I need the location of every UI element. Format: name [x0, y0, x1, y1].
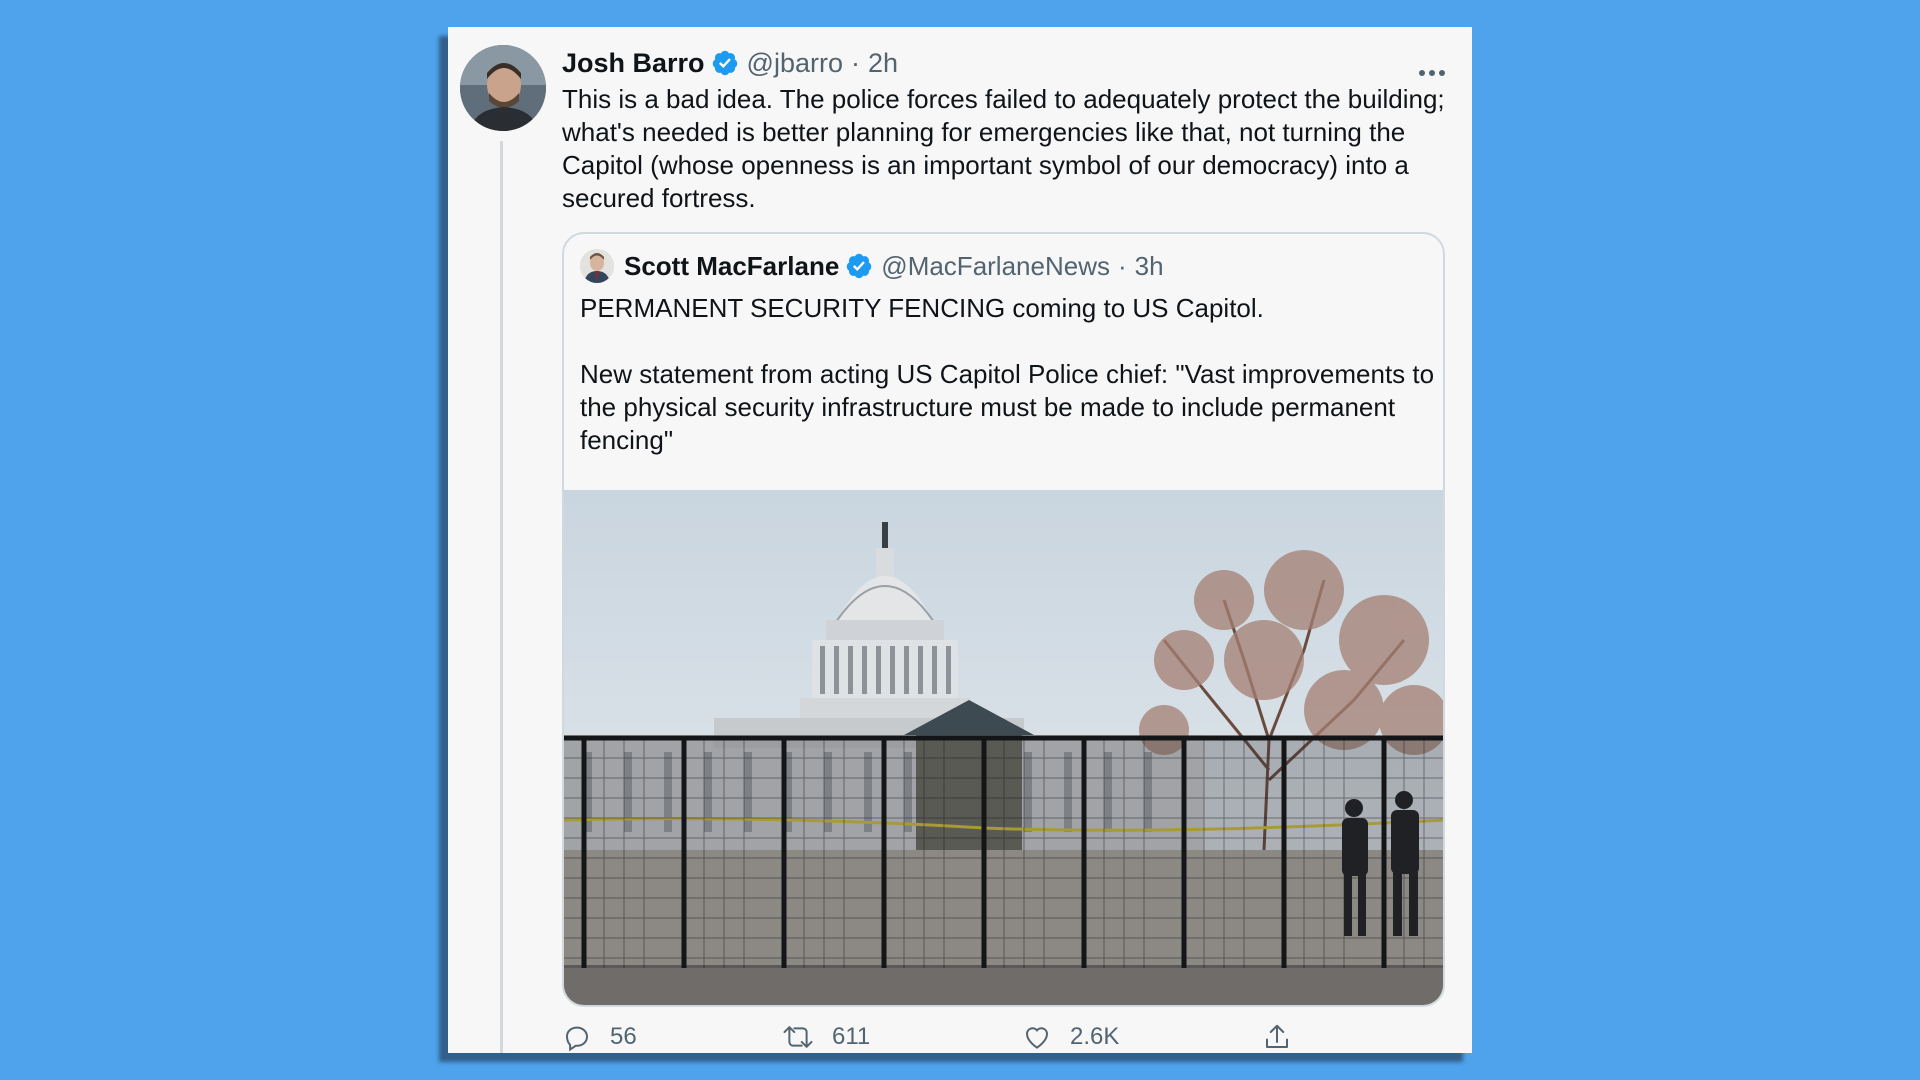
verified-badge-icon — [712, 50, 737, 76]
quoted-author-name[interactable]: Scott MacFarlane — [624, 251, 839, 282]
reply-button[interactable]: 56 — [562, 1017, 637, 1057]
quoted-author-avatar[interactable] — [580, 249, 614, 283]
quoted-tweet-line-2: New statement from acting US Capitol Pol… — [580, 359, 1435, 455]
quoted-tweet-timestamp[interactable]: 3h — [1135, 251, 1164, 282]
quoted-tweet-line-1: PERMANENT SECURITY FENCING coming to US … — [580, 293, 1264, 323]
share-icon — [1266, 1024, 1288, 1048]
tweet-card[interactable]: Josh Barro @jbarro · 2h This is a bad id… — [448, 27, 1472, 1053]
quoted-tweet-header: Scott MacFarlane @MacFarlaneNews · 3h — [580, 248, 1164, 284]
retweet-count: 611 — [832, 1023, 871, 1050]
like-count: 2.6K — [1070, 1023, 1120, 1050]
tweet-header: Josh Barro @jbarro · 2h — [562, 45, 898, 81]
reply-count: 56 — [610, 1023, 637, 1050]
author-avatar[interactable] — [460, 45, 546, 131]
author-handle[interactable]: @jbarro — [747, 48, 843, 79]
capitol-fence-photo[interactable] — [564, 490, 1445, 1007]
quoted-tweet[interactable]: Scott MacFarlane @MacFarlaneNews · 3h PE… — [562, 232, 1445, 1007]
retweet-icon — [783, 1026, 813, 1048]
header-separator: · — [851, 47, 860, 78]
reply-icon — [565, 1026, 589, 1052]
share-button[interactable] — [1262, 1017, 1310, 1057]
quoted-header-separator: · — [1117, 250, 1127, 281]
retweet-button[interactable]: 611 — [782, 1017, 870, 1057]
verified-badge-icon — [847, 253, 872, 279]
author-name[interactable]: Josh Barro — [562, 48, 705, 79]
like-button[interactable]: 2.6K — [1022, 1017, 1119, 1057]
quoted-tweet-body: PERMANENT SECURITY FENCING coming to US … — [580, 292, 1440, 457]
quoted-author-handle[interactable]: @MacFarlaneNews — [881, 251, 1110, 282]
tweet-body: This is a bad idea. The police forces fa… — [562, 84, 1445, 213]
heart-icon — [1025, 1027, 1049, 1049]
tweet-timestamp[interactable]: 2h — [868, 48, 898, 79]
thread-line — [500, 141, 503, 1053]
more-horizontal-icon[interactable] — [1418, 53, 1446, 84]
